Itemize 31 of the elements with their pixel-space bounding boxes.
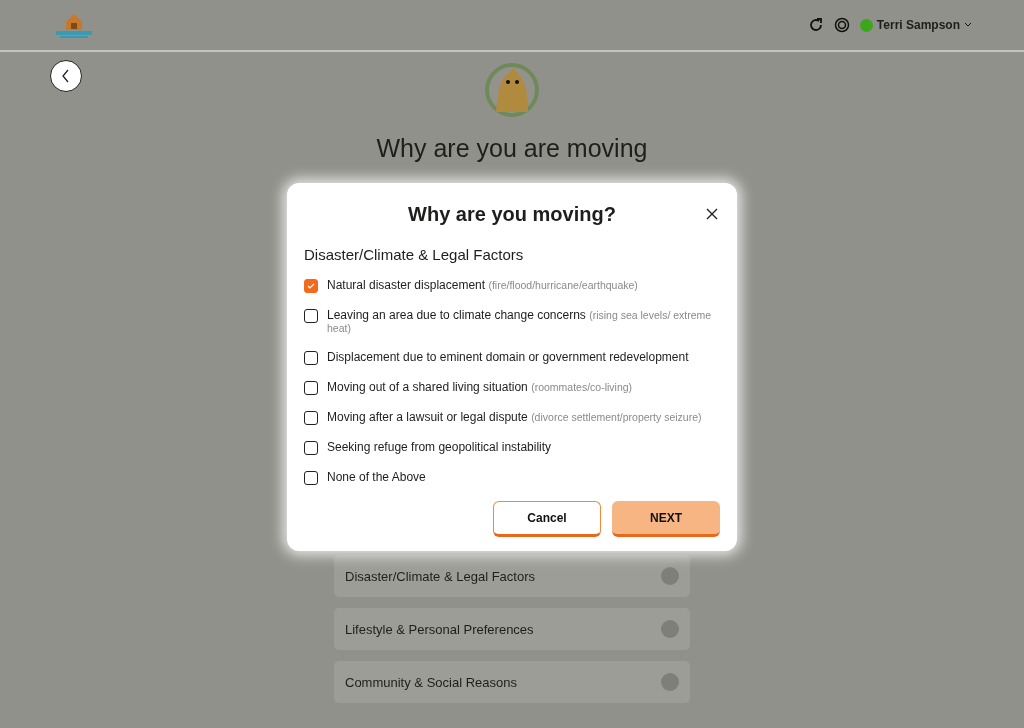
checkbox[interactable] bbox=[304, 471, 318, 485]
caret-down-icon bbox=[964, 21, 972, 29]
section-heading: Disaster/Climate & Legal Factors bbox=[304, 246, 525, 263]
chevron-left-icon bbox=[61, 69, 71, 83]
option-label: Displacement due to eminent domain or government redevelopment bbox=[327, 351, 689, 364]
next-button[interactable]: NEXT bbox=[612, 501, 720, 537]
checkbox[interactable] bbox=[304, 309, 318, 323]
checkbox[interactable] bbox=[304, 441, 318, 455]
close-icon[interactable] bbox=[705, 207, 719, 221]
checkbox[interactable] bbox=[304, 381, 318, 395]
option-label: Leaving an area due to climate change concerns (rising sea levels/ extreme heat) bbox=[327, 309, 713, 335]
user-menu[interactable]: Terri Sampson bbox=[859, 18, 972, 32]
back-button[interactable] bbox=[50, 60, 82, 92]
category-option[interactable]: Lifestyle & Personal Preferences bbox=[334, 608, 690, 650]
checkbox[interactable] bbox=[304, 351, 318, 365]
cancel-button[interactable]: Cancel bbox=[493, 501, 601, 537]
mascot-avatar-drawing bbox=[484, 62, 540, 118]
page-title: Why are you are moving bbox=[376, 134, 648, 163]
dialog-title: Why are you moving? bbox=[407, 203, 617, 226]
checkbox[interactable] bbox=[304, 279, 318, 293]
option-label: Natural disaster displacement (fire/flood/hurricane/earthquake) bbox=[327, 279, 638, 292]
option-label: None of the Above bbox=[327, 471, 426, 484]
category-option[interactable]: Disaster/Climate & Legal Factors bbox=[334, 555, 690, 597]
refresh-icon[interactable] bbox=[807, 17, 824, 33]
option-label: Moving out of a shared living situation (roommates/co-living) bbox=[327, 381, 633, 394]
checkbox[interactable] bbox=[304, 411, 318, 425]
swirl-icon[interactable] bbox=[833, 17, 850, 33]
category-option[interactable]: Community & Social Reasons bbox=[334, 661, 690, 703]
option-label: Moving after a lawsuit or legal dispute (divorce settlement/property seizure) bbox=[327, 411, 702, 424]
option-label: Seeking refuge from geopolitical instability bbox=[327, 441, 552, 454]
checkmark-icon bbox=[307, 282, 315, 290]
